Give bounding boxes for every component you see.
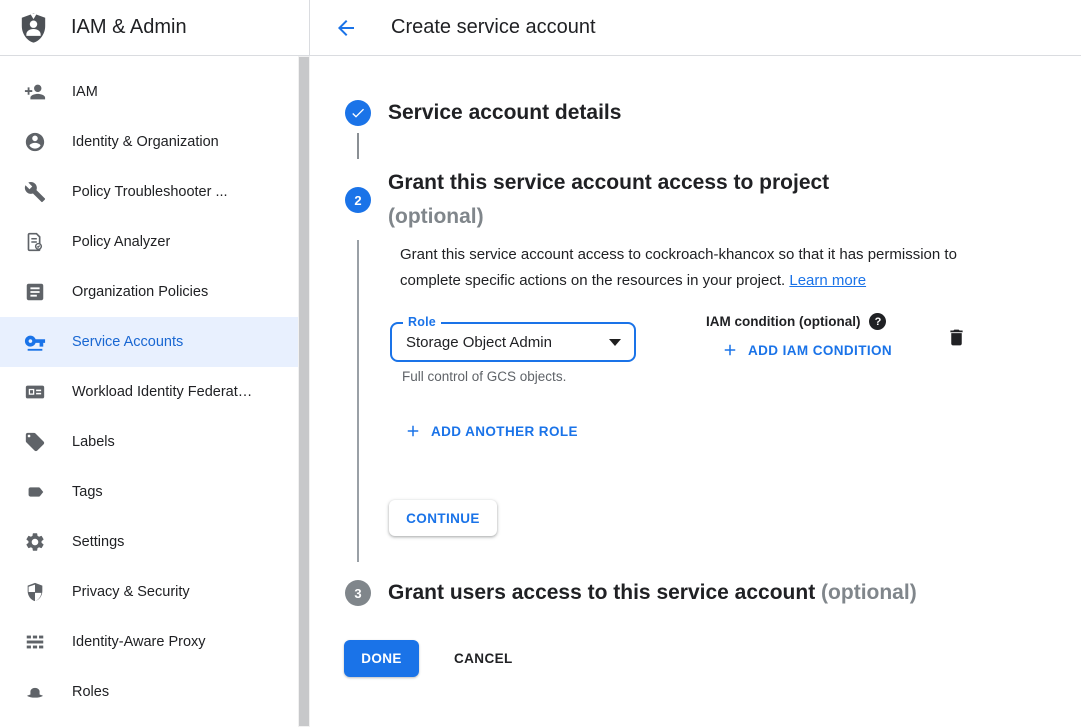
step2-description: Grant this service account access to coc… xyxy=(400,242,1000,293)
sidebar-item-label: Policy Troubleshooter ... xyxy=(72,184,228,200)
sidebar-item-label: Identity-Aware Proxy xyxy=(72,634,206,650)
sidebar-item-label: Organization Policies xyxy=(72,284,208,300)
sidebar-item-roles[interactable]: Roles xyxy=(0,667,298,717)
page-header-section: Create service account xyxy=(310,0,1081,56)
policy-analyzer-icon xyxy=(24,231,46,253)
gear-icon xyxy=(24,531,46,553)
sidebar-item-privacy-security[interactable]: Privacy & Security xyxy=(0,567,298,617)
step2-description-text: Grant this service account access to coc… xyxy=(400,246,957,289)
sidebar-scrollbar[interactable] xyxy=(298,56,310,727)
sidebar-nav: IAM Identity & Organization Policy Troub… xyxy=(0,56,298,727)
app-title: IAM & Admin xyxy=(71,16,187,39)
service-account-key-icon xyxy=(24,331,46,353)
step3-number-badge: 3 xyxy=(345,580,371,606)
learn-more-link[interactable]: Learn more xyxy=(789,272,866,289)
add-iam-condition-button[interactable]: ADD IAM CONDITION xyxy=(721,341,892,359)
proxy-grid-icon xyxy=(24,631,46,653)
sidebar-item-identity-aware-proxy[interactable]: Identity-Aware Proxy xyxy=(0,617,298,667)
iam-admin-shield-logo-icon xyxy=(17,11,50,44)
tag-arrow-icon xyxy=(24,481,46,503)
app-header-section: IAM & Admin xyxy=(0,0,310,56)
badge-card-icon xyxy=(24,381,46,403)
step2-number-badge: 2 xyxy=(345,187,371,213)
sidebar-item-label: Settings xyxy=(72,534,124,550)
role-select-value: Storage Object Admin xyxy=(406,334,552,351)
shield-icon xyxy=(24,581,46,603)
sidebar-item-policy-troubleshooter[interactable]: Policy Troubleshooter ... xyxy=(0,167,298,217)
step-connector-line xyxy=(357,240,359,562)
sidebar-item-labels[interactable]: Labels xyxy=(0,417,298,467)
sidebar-scrollbar-thumb[interactable] xyxy=(299,57,309,726)
dropdown-arrow-icon xyxy=(609,339,621,346)
back-arrow-icon[interactable] xyxy=(334,15,360,41)
sidebar-item-label: Service Accounts xyxy=(72,334,183,350)
sidebar-item-label: IAM xyxy=(72,84,98,100)
person-add-icon xyxy=(24,81,46,103)
step2-title-text: Grant this service account access to pro… xyxy=(388,171,829,194)
delete-role-trash-icon[interactable] xyxy=(946,326,968,348)
sidebar-item-tags[interactable]: Tags xyxy=(0,467,298,517)
hat-icon xyxy=(24,681,46,703)
sidebar-item-service-accounts[interactable]: Service Accounts xyxy=(0,317,298,367)
top-header: IAM & Admin Create service account xyxy=(0,0,1081,56)
step3-title: Grant users access to this service accou… xyxy=(388,579,917,607)
sidebar-item-settings[interactable]: Settings xyxy=(0,517,298,567)
wrench-icon xyxy=(24,181,46,203)
help-icon[interactable]: ? xyxy=(869,313,886,330)
iam-condition-label: IAM condition (optional) xyxy=(706,314,860,329)
main-content: Service account details 2 Grant this ser… xyxy=(310,56,1081,727)
sidebar-item-label: Workload Identity Federat… xyxy=(72,384,252,400)
step1-completed-check-icon xyxy=(345,100,371,126)
sidebar-item-organization-policies[interactable]: Organization Policies xyxy=(0,267,298,317)
add-another-role-button[interactable]: ADD ANOTHER ROLE xyxy=(404,422,578,440)
article-icon xyxy=(24,281,46,303)
sidebar-item-workload-identity-federation[interactable]: Workload Identity Federat… xyxy=(0,367,298,417)
page-title: Create service account xyxy=(391,16,596,39)
plus-icon xyxy=(404,422,422,440)
done-button[interactable]: DONE xyxy=(344,640,419,677)
add-iam-condition-label: ADD IAM CONDITION xyxy=(748,343,892,358)
sidebar-item-identity-organization[interactable]: Identity & Organization xyxy=(0,117,298,167)
sidebar-item-label: Tags xyxy=(72,484,103,500)
step-connector-line xyxy=(357,133,359,159)
iam-condition-header: IAM condition (optional) ? xyxy=(706,313,886,330)
add-another-role-label: ADD ANOTHER ROLE xyxy=(431,424,578,439)
role-select-label: Role xyxy=(403,315,441,329)
sidebar-item-label: Policy Analyzer xyxy=(72,234,170,250)
step2-title-optional: (optional) xyxy=(388,200,948,234)
sidebar-item-label: Labels xyxy=(72,434,115,450)
sidebar-item-iam[interactable]: IAM xyxy=(0,67,298,117)
role-select[interactable]: Role Storage Object Admin xyxy=(390,322,636,362)
label-tag-icon xyxy=(24,431,46,453)
plus-icon xyxy=(721,341,739,359)
step3-title-optional: (optional) xyxy=(821,581,917,604)
role-helper-text: Full control of GCS objects. xyxy=(402,369,566,384)
sidebar-item-label: Privacy & Security xyxy=(72,584,190,600)
sidebar-item-label: Roles xyxy=(72,684,109,700)
continue-button[interactable]: CONTINUE xyxy=(389,500,497,536)
sidebar-item-policy-analyzer[interactable]: Policy Analyzer xyxy=(0,217,298,267)
step3-title-text: Grant users access to this service accou… xyxy=(388,581,815,604)
sidebar-item-label: Identity & Organization xyxy=(72,134,219,150)
step2-title: Grant this service account access to pro… xyxy=(388,166,948,234)
cancel-button[interactable]: CANCEL xyxy=(444,640,523,677)
account-circle-icon xyxy=(24,131,46,153)
step1-title: Service account details xyxy=(388,100,621,126)
